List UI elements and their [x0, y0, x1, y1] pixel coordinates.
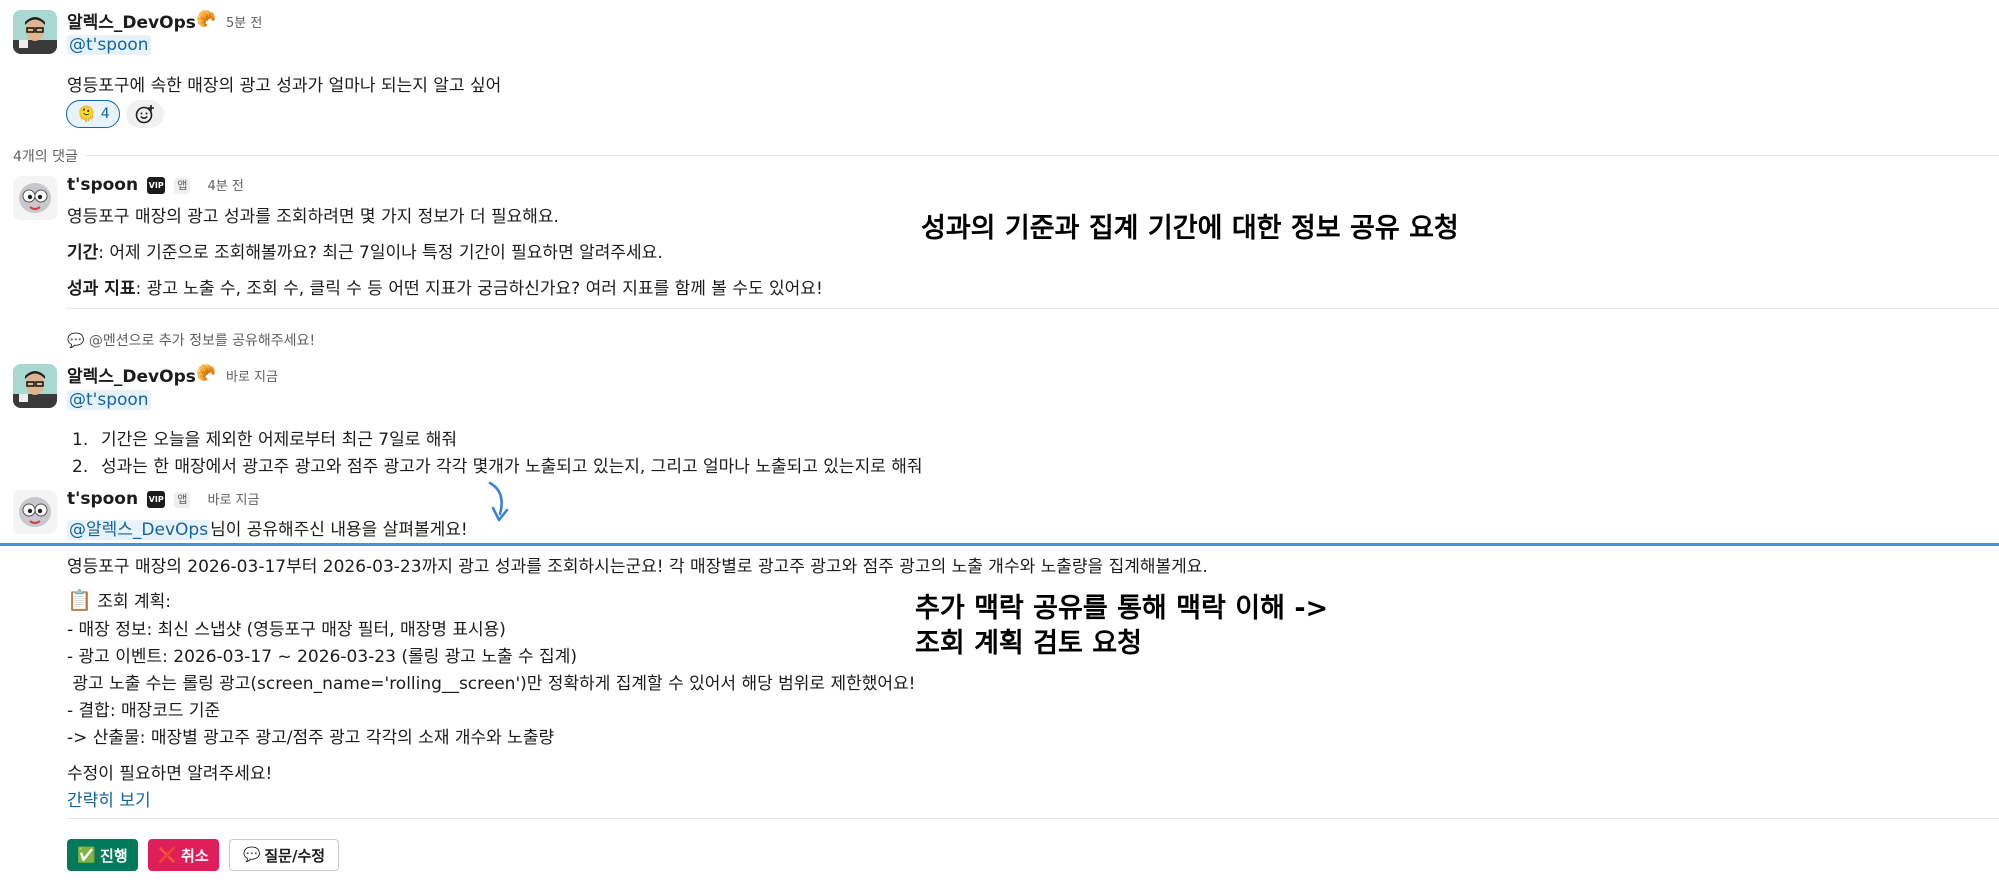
thread-reply-count[interactable]: 4개의 댓글 — [13, 146, 78, 166]
speech-bubble-icon: 💬 — [67, 333, 85, 349]
message-text: 기간: 어제 기준으로 조회해볼까요? 최근 7일이나 특정 기간이 필요하면 … — [67, 238, 663, 263]
cancel-button[interactable]: ❌ 취소 — [148, 839, 219, 871]
avatar-alex[interactable] — [13, 364, 57, 408]
reaction-count: 4 — [100, 106, 110, 122]
timestamp[interactable]: 바로 지금 — [226, 366, 278, 385]
collapse-link[interactable]: 간략히 보기 — [67, 786, 151, 811]
plan-line: - 결합: 매장코드 기준 — [67, 701, 221, 721]
new-messages-divider — [0, 543, 1999, 546]
annotation-context-line1: 추가 맥락 공유를 통해 맥락 이해 -> — [915, 593, 1329, 624]
author-name[interactable]: t'spoon — [67, 489, 138, 509]
plan-line: - 매장 정보: 최신 스냅샷 (영등포구 매장 필터, 매장명 표시용) — [67, 620, 506, 640]
proceed-button[interactable]: ✅ 진행 — [67, 839, 138, 871]
curved-arrow-icon — [488, 481, 509, 522]
annotation-info-request: 성과의 기준과 집계 기간에 대한 정보 공유 요청 — [921, 213, 1459, 244]
plan-line: -> 산출물: 매장별 광고주 광고/점주 광고 각각의 소재 개수와 노출량 — [67, 728, 555, 748]
speech-bubble-icon: 💬 — [242, 847, 261, 863]
thread-divider — [85, 155, 1999, 156]
annotation-context-line2: 조회 계획 검토 요청 — [915, 628, 1142, 659]
period-text: : 어제 기준으로 조회해볼까요? 최근 7일이나 특정 기간이 필요하면 알려… — [98, 243, 663, 263]
vip-badge: VIP — [147, 491, 166, 508]
list-item: 1. 기간은 오늘을 제외한 어제로부터 최근 7일로 해줘 — [72, 430, 458, 450]
check-icon: ✅ — [77, 846, 97, 864]
croissant-icon: 🥐 — [196, 9, 216, 28]
plan-line: - 광고 이벤트: 2026-03-17 ~ 2026-03-23 (롤링 광고… — [67, 647, 577, 667]
plan-line: 광고 노출 수는 롤링 광고(screen_name='rolling__scr… — [67, 674, 916, 694]
author-name[interactable]: t'spoon — [67, 175, 138, 195]
croissant-icon: 🥐 — [196, 363, 216, 382]
avatar-tspoon[interactable] — [13, 490, 57, 534]
add-emoji-icon — [135, 105, 154, 124]
question-edit-button[interactable]: 💬 질문/수정 — [229, 839, 339, 871]
mention[interactable]: @t'spoon — [67, 35, 151, 55]
timestamp[interactable]: 바로 지금 — [208, 493, 260, 508]
plan-title: 📋 조회 계획: — [67, 588, 172, 612]
avatar-tspoon[interactable] — [13, 176, 57, 220]
period-label: 기간 — [67, 243, 99, 263]
list-item: 2. 성과는 한 매장에서 광고주 광고와 점주 광고가 각각 몇개가 노출되고 … — [72, 457, 923, 477]
message-text: 영등포구 매장의 광고 성과를 조회하려면 몇 가지 정보가 더 필요해요. — [67, 207, 559, 227]
bot-header: t'spoon VIP 앱 바로 지금 — [67, 489, 259, 509]
melting-face-icon: 🫠 — [77, 105, 96, 123]
metric-label: 성과 지표 — [67, 279, 136, 299]
actions-divider — [67, 818, 1999, 819]
mention[interactable]: @알렉스_DevOps — [67, 520, 211, 540]
cross-icon: ❌ — [158, 846, 178, 864]
timestamp[interactable]: 4분 전 — [208, 179, 244, 194]
reaction-pill[interactable]: 🫠 4 — [66, 100, 120, 128]
author-name[interactable]: 알렉스_DevOps — [67, 8, 196, 33]
message-text: 영등포구 매장의 2026-03-17부터 2026-03-23까지 광고 성과… — [67, 557, 1208, 577]
vip-badge: VIP — [147, 177, 166, 194]
timestamp[interactable]: 5분 전 — [226, 12, 262, 31]
bot-header: t'spoon VIP 앱 4분 전 — [67, 175, 244, 195]
mention-hint: 💬 @멘션으로 추가 정보를 공유해주세요! — [67, 333, 316, 349]
mention[interactable]: @t'spoon — [67, 390, 151, 410]
author-name[interactable]: 알렉스_DevOps — [67, 362, 196, 387]
app-badge: 앱 — [174, 177, 191, 194]
message-text: 수정이 필요하면 알려주세요! — [67, 764, 273, 784]
section-divider — [67, 308, 1999, 309]
message-text: @알렉스_DevOps 님이 공유해주신 내용을 살펴볼게요! — [67, 520, 468, 540]
add-reaction-button[interactable] — [126, 100, 164, 128]
message-text: 성과 지표: 광고 노출 수, 조회 수, 클릭 수 등 어떤 지표가 궁금하신… — [67, 274, 823, 299]
metric-text: : 광고 노출 수, 조회 수, 클릭 수 등 어떤 지표가 궁금하신가요? 여… — [135, 279, 823, 299]
message-text: 영등포구에 속한 매장의 광고 성과가 얼마나 되는지 알고 싶어 — [67, 76, 502, 96]
clipboard-icon: 📋 — [67, 588, 92, 612]
app-badge: 앱 — [174, 491, 191, 508]
avatar-alex[interactable] — [13, 10, 57, 54]
